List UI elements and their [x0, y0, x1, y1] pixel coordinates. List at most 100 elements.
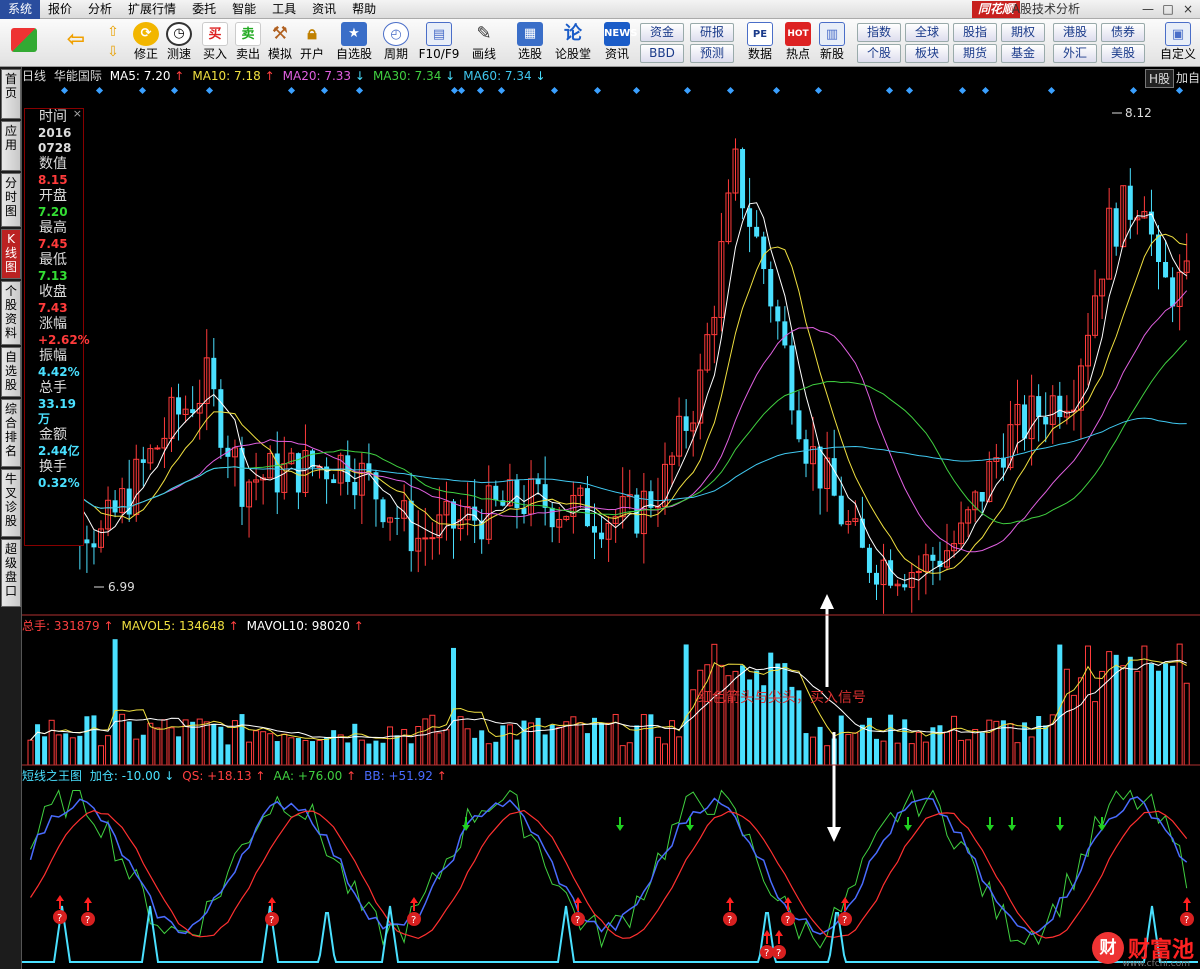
speed-test-button[interactable]: ◷ 测速: [163, 22, 195, 66]
volume-bar: [599, 722, 605, 765]
f10-button[interactable]: ▤ F10/F9: [418, 22, 460, 66]
candle-body: [394, 517, 400, 519]
minimize-button[interactable]: —: [1138, 0, 1158, 19]
chart-area[interactable]: 日线 华能国际 MA5: 7.20 ↑ MA10: 7.18 ↑ MA20: 7.3…: [22, 67, 1200, 969]
hk-stock-button[interactable]: 港股: [1053, 23, 1097, 42]
signal-marker: [772, 86, 781, 95]
menu-trade[interactable]: 委托: [184, 0, 224, 19]
bond-button[interactable]: 债券: [1101, 23, 1145, 42]
sector-button[interactable]: 板块: [905, 44, 949, 63]
indicator-values: 加仓: -10.00 ↓ QS: +18.13 ↑ AA: +76.00 ↑ BB: …: [90, 769, 455, 783]
volume-legend-item-1: MAVOL5: 134648 ↑: [121, 619, 239, 633]
grid-button[interactable]: [8, 22, 40, 66]
custom-button[interactable]: ▣ 自定义: [1158, 22, 1198, 66]
menu-analysis[interactable]: 分析: [80, 0, 120, 19]
menu-system[interactable]: 系统: [0, 0, 41, 19]
custom-icon: ▣: [1165, 22, 1191, 46]
data-window-value: 0728: [38, 141, 72, 155]
sidebar-item-super-book[interactable]: 超级盘口: [1, 539, 21, 607]
bbd-button[interactable]: BBD: [640, 44, 684, 63]
sidebar-item-kline[interactable]: K线图: [1, 229, 21, 279]
maximize-button[interactable]: □: [1158, 0, 1178, 19]
global-button[interactable]: 全球: [905, 23, 949, 42]
new-stock-button[interactable]: ▥ 新股: [816, 22, 848, 66]
data-window-value: 7.43: [38, 301, 68, 315]
f10-icon: ▤: [426, 22, 452, 46]
star-icon: ★: [341, 22, 367, 46]
high-price-label: 8.12: [1125, 106, 1152, 120]
single-stock-button[interactable]: 个股: [857, 44, 901, 63]
menu-extended-market[interactable]: 扩展行情: [120, 0, 184, 19]
buy-button[interactable]: 买 买入: [199, 22, 231, 66]
buy-arrow: [84, 897, 92, 911]
data-button[interactable]: PE 数据: [744, 22, 776, 66]
candle-body: [1057, 395, 1063, 418]
sidebar-item-diagnosis[interactable]: 牛叉诊股: [1, 469, 21, 537]
news-button[interactable]: NEWS 资讯: [600, 22, 637, 66]
signal-markers: [60, 86, 1184, 588]
buy-icon: 买: [202, 22, 228, 46]
signal-marker: [958, 86, 967, 95]
period-button[interactable]: ◴ 周期: [378, 22, 414, 66]
close-button[interactable]: ×: [1178, 0, 1198, 19]
candle-body: [888, 560, 894, 586]
sidebar-item-apps[interactable]: 应用: [1, 121, 21, 171]
sidebar-item-ranking[interactable]: 综合排名: [1, 399, 21, 467]
volume-bar: [1099, 670, 1106, 766]
index-button[interactable]: 指数: [857, 23, 901, 42]
volume-bar: [1028, 736, 1035, 766]
volume-bar: [979, 732, 985, 765]
forum-button[interactable]: 论 论股堂: [554, 22, 592, 66]
watchlist-button[interactable]: ★ 自选股: [334, 22, 374, 66]
volume-bar: [817, 726, 823, 765]
volume-bar: [69, 737, 76, 766]
sidebar-item-home[interactable]: 首页: [1, 69, 21, 119]
buy-signal-glyph: ?: [776, 948, 781, 959]
options-button[interactable]: 期权: [1001, 23, 1045, 42]
refresh-button[interactable]: ⟳ 修正: [130, 22, 162, 66]
menu-tools[interactable]: 工具: [264, 0, 304, 19]
capital-button[interactable]: 资金: [640, 23, 684, 42]
open-account-button[interactable]: 🔒︎ 开户: [296, 22, 328, 66]
stock-select-button[interactable]: ▦ 选股: [512, 22, 548, 66]
menu-news[interactable]: 资讯: [304, 0, 344, 19]
hot-button[interactable]: HOT 热点: [782, 22, 814, 66]
back-button[interactable]: ⇦: [60, 22, 92, 66]
stock-index-button[interactable]: 股指: [953, 23, 997, 42]
sidebar-item-profile[interactable]: 个股资料: [1, 281, 21, 345]
volume-bar: [556, 726, 563, 766]
candle-body: [874, 572, 879, 585]
volume-bar: [648, 714, 654, 765]
us-stock-button[interactable]: 美股: [1101, 44, 1145, 63]
indicator-legend-item-3: BB: +51.92 ↑: [364, 769, 447, 783]
hammer-icon: ⚒: [271, 23, 289, 44]
volume-bar: [810, 736, 817, 766]
sidebar-item-watchlist[interactable]: 自选股: [1, 347, 21, 397]
up-down-arrows-icon: ⇧ ⇩: [107, 24, 119, 60]
close-icon[interactable]: ×: [73, 107, 82, 120]
draw-line-button[interactable]: ✎ 画线: [466, 22, 502, 66]
fund-button[interactable]: 基金: [1001, 44, 1045, 63]
data-window-value: 2016: [38, 126, 72, 140]
menu-quote[interactable]: 报价: [40, 0, 80, 19]
new-stock-label: 新股: [819, 47, 844, 61]
forex-button[interactable]: 外汇: [1053, 44, 1097, 63]
sell-button[interactable]: 卖 卖出: [232, 22, 264, 66]
data-window-label: 换手: [39, 459, 67, 475]
menu-help[interactable]: 帮助: [344, 0, 384, 19]
stock-select-label: 选股: [517, 47, 542, 61]
simulate-button[interactable]: ⚒ 模拟: [264, 22, 296, 66]
menu-smart[interactable]: 智能: [224, 0, 264, 19]
volume-bar: [662, 743, 668, 766]
volume-bar: [1043, 725, 1049, 765]
candle-body: [817, 446, 823, 489]
research-button[interactable]: 研报: [690, 23, 734, 42]
scroll-button[interactable]: ⇧ ⇩: [98, 22, 128, 66]
candle-body: [493, 485, 499, 501]
volume-bar: [112, 639, 118, 765]
draw-line-label: 画线: [471, 47, 496, 61]
forecast-button[interactable]: 预测: [690, 44, 734, 63]
futures-button[interactable]: 期货: [953, 44, 997, 63]
volume-bar: [1000, 720, 1006, 765]
sidebar-item-timeshare[interactable]: 分时图: [1, 173, 21, 227]
